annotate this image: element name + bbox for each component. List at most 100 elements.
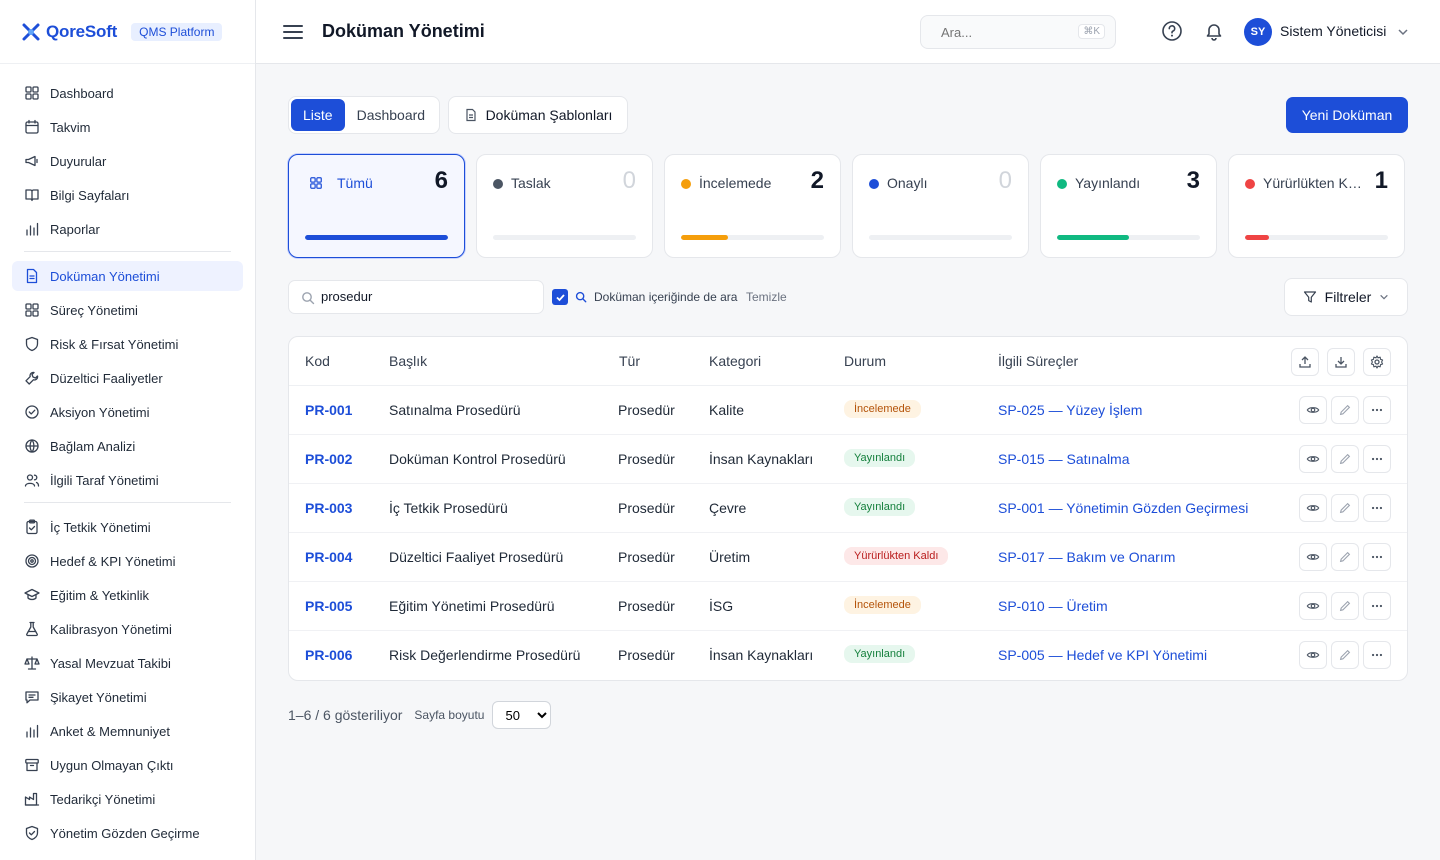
sidebar-item-kalibrasyon-yönetimi[interactable]: Kalibrasyon Yönetimi [12, 614, 243, 644]
brand-logo[interactable]: QoreSoft [20, 21, 117, 43]
page-size-select[interactable]: 50 [492, 701, 552, 729]
status-card[interactable]: İncelemede 2 [664, 154, 841, 258]
global-search[interactable]: ⌘K [920, 15, 1116, 49]
col-type[interactable]: Tür [619, 353, 640, 369]
document-category: İSG [709, 598, 734, 614]
edit-button[interactable] [1331, 543, 1359, 571]
export-button[interactable] [1291, 348, 1319, 376]
status-card[interactable]: Onaylı 0 [852, 154, 1029, 258]
clear-search-link[interactable]: Temizle [746, 290, 787, 304]
view-button[interactable] [1299, 641, 1327, 669]
sidebar-item-uygun-olmayan-çıktı[interactable]: Uygun Olmayan Çıktı [12, 750, 243, 780]
document-search-input[interactable] [321, 289, 531, 304]
document-code-link[interactable]: PR-003 [305, 500, 352, 516]
sidebar-item-dashboard[interactable]: Dashboard [12, 78, 243, 108]
view-button[interactable] [1299, 543, 1327, 571]
sidebar-item-eğitim-yetkinlik[interactable]: Eğitim & Yetkinlik [12, 580, 243, 610]
sidebar-item-doküman-yönetimi[interactable]: Doküman Yönetimi [12, 261, 243, 291]
table-row[interactable]: PR-005 Eğitim Yönetimi Prosedürü Prosedür İ… [289, 582, 1407, 631]
sidebar-item-raporlar[interactable]: Raporlar [12, 214, 243, 244]
status-card[interactable]: Tümü 6 [288, 154, 465, 258]
sidebar-item-i-ç-tetkik-yönetimi[interactable]: İç Tetkik Yönetimi [12, 512, 243, 542]
sidebar-item-aksiyon-yönetimi[interactable]: Aksiyon Yönetimi [12, 397, 243, 427]
new-document-button[interactable]: Yeni Doküman [1286, 97, 1408, 133]
sidebar-item-takvim[interactable]: Takvim [12, 112, 243, 142]
more-button[interactable] [1363, 396, 1391, 424]
status-card[interactable]: Yayınlandı 3 [1040, 154, 1217, 258]
edit-button[interactable] [1331, 592, 1359, 620]
chevron-down-icon[interactable] [1397, 26, 1409, 38]
more-button[interactable] [1363, 592, 1391, 620]
edit-button[interactable] [1331, 494, 1359, 522]
view-button[interactable] [1299, 494, 1327, 522]
col-code[interactable]: Kod [305, 353, 330, 369]
sidebar-item-duyurular[interactable]: Duyurular [12, 146, 243, 176]
related-process-link[interactable]: SP-005 — Hedef ve KPI Yönetimi [998, 647, 1207, 663]
col-category[interactable]: Kategori [709, 353, 761, 369]
sidebar-item-şikayet-yönetimi[interactable]: Şikayet Yönetimi [12, 682, 243, 712]
sidebar-item-hedef-kpi-yönetimi[interactable]: Hedef & KPI Yönetimi [12, 546, 243, 576]
more-button[interactable] [1363, 641, 1391, 669]
sidebar-item-tedarikçi-yönetimi[interactable]: Tedarikçi Yönetimi [12, 784, 243, 814]
sidebar-item-süreç-yönetimi[interactable]: Süreç Yönetimi [12, 295, 243, 325]
more-button[interactable] [1363, 543, 1391, 571]
menu-toggle-icon[interactable] [283, 22, 303, 42]
bar-chart-icon [24, 723, 40, 739]
table-row[interactable]: PR-002 Doküman Kontrol Prosedürü Prosedür İ… [289, 435, 1407, 484]
status-card[interactable]: Taslak 0 [476, 154, 653, 258]
related-process-link[interactable]: SP-001 — Yönetimin Gözden Geçirmesi [998, 500, 1248, 516]
more-button[interactable] [1363, 494, 1391, 522]
col-processes[interactable]: İlgili Süreçler [998, 353, 1078, 369]
avatar[interactable]: SY [1244, 18, 1272, 46]
eye-icon [1306, 456, 1320, 462]
eye-icon [1306, 505, 1320, 511]
col-title[interactable]: Başlık [389, 353, 427, 369]
related-process-link[interactable]: SP-015 — Satınalma [998, 451, 1130, 467]
sidebar-item-bağlam-analizi[interactable]: Bağlam Analizi [12, 431, 243, 461]
sidebar-item-anket-memnuniyet[interactable]: Anket & Memnuniyet [12, 716, 243, 746]
edit-button[interactable] [1331, 641, 1359, 669]
document-code-link[interactable]: PR-002 [305, 451, 352, 467]
table-settings-button[interactable] [1363, 348, 1391, 376]
table-row[interactable]: PR-003 İç Tetkik Prosedürü Prosedür Çevre Ya… [289, 484, 1407, 533]
view-button[interactable] [1299, 592, 1327, 620]
sidebar-item-i-lgili-taraf-yönetimi[interactable]: İlgili Taraf Yönetimi [12, 465, 243, 495]
table-row[interactable]: PR-001 Satınalma Prosedürü Prosedür Kalite İ… [289, 386, 1407, 435]
view-button[interactable] [1299, 396, 1327, 424]
edit-button[interactable] [1331, 396, 1359, 424]
sidebar-item-bilgi-sayfaları[interactable]: Bilgi Sayfaları [12, 180, 243, 210]
filters-button[interactable]: Filtreler [1284, 278, 1408, 316]
sidebar-item-yasal-mevzuat-takibi[interactable]: Yasal Mevzuat Takibi [12, 648, 243, 678]
table-row[interactable]: PR-004 Düzeltici Faaliyet Prosedürü Prosed… [289, 533, 1407, 582]
help-icon[interactable] [1161, 20, 1183, 42]
global-search-input[interactable] [941, 24, 1091, 40]
col-status[interactable]: Durum [844, 353, 886, 369]
sidebar-item-düzeltici-faaliyetler[interactable]: Düzeltici Faaliyetler [12, 363, 243, 393]
sidebar-item-risk-fırsat-yönetimi[interactable]: Risk & Fırsat Yönetimi [12, 329, 243, 359]
document-code-link[interactable]: PR-001 [305, 402, 352, 418]
content-search-checkbox[interactable] [552, 289, 568, 305]
related-process-link[interactable]: SP-017 — Bakım ve Onarım [998, 549, 1175, 565]
tab-list[interactable]: Liste [291, 99, 345, 131]
graduation-cap-icon [24, 587, 40, 603]
status-dot [869, 179, 879, 189]
status-card[interactable]: Yürürlükten Kaldırıldı 1 [1228, 154, 1405, 258]
edit-button[interactable] [1331, 445, 1359, 473]
document-search[interactable] [288, 280, 544, 314]
document-code-link[interactable]: PR-005 [305, 598, 352, 614]
download-button[interactable] [1327, 348, 1355, 376]
view-button[interactable] [1299, 445, 1327, 473]
related-process-link[interactable]: SP-010 — Üretim [998, 598, 1108, 614]
document-templates-button[interactable]: Doküman Şablonları [448, 96, 628, 134]
table-row[interactable]: PR-006 Risk Değerlendirme Prosedürü Prosed… [289, 631, 1407, 680]
document-code-link[interactable]: PR-006 [305, 647, 352, 663]
more-button[interactable] [1363, 445, 1391, 473]
user-name[interactable]: Sistem Yöneticisi [1280, 23, 1386, 39]
sidebar-item-yönetim-gözden-geçirme[interactable]: Yönetim Gözden Geçirme [12, 818, 243, 848]
status-dot [493, 179, 503, 189]
sidebar-item-label: Hedef & KPI Yönetimi [50, 553, 176, 569]
bell-icon[interactable] [1204, 21, 1224, 41]
related-process-link[interactable]: SP-025 — Yüzey İşlem [998, 402, 1142, 418]
document-code-link[interactable]: PR-004 [305, 549, 352, 565]
tab-dashboard[interactable]: Dashboard [345, 99, 438, 131]
